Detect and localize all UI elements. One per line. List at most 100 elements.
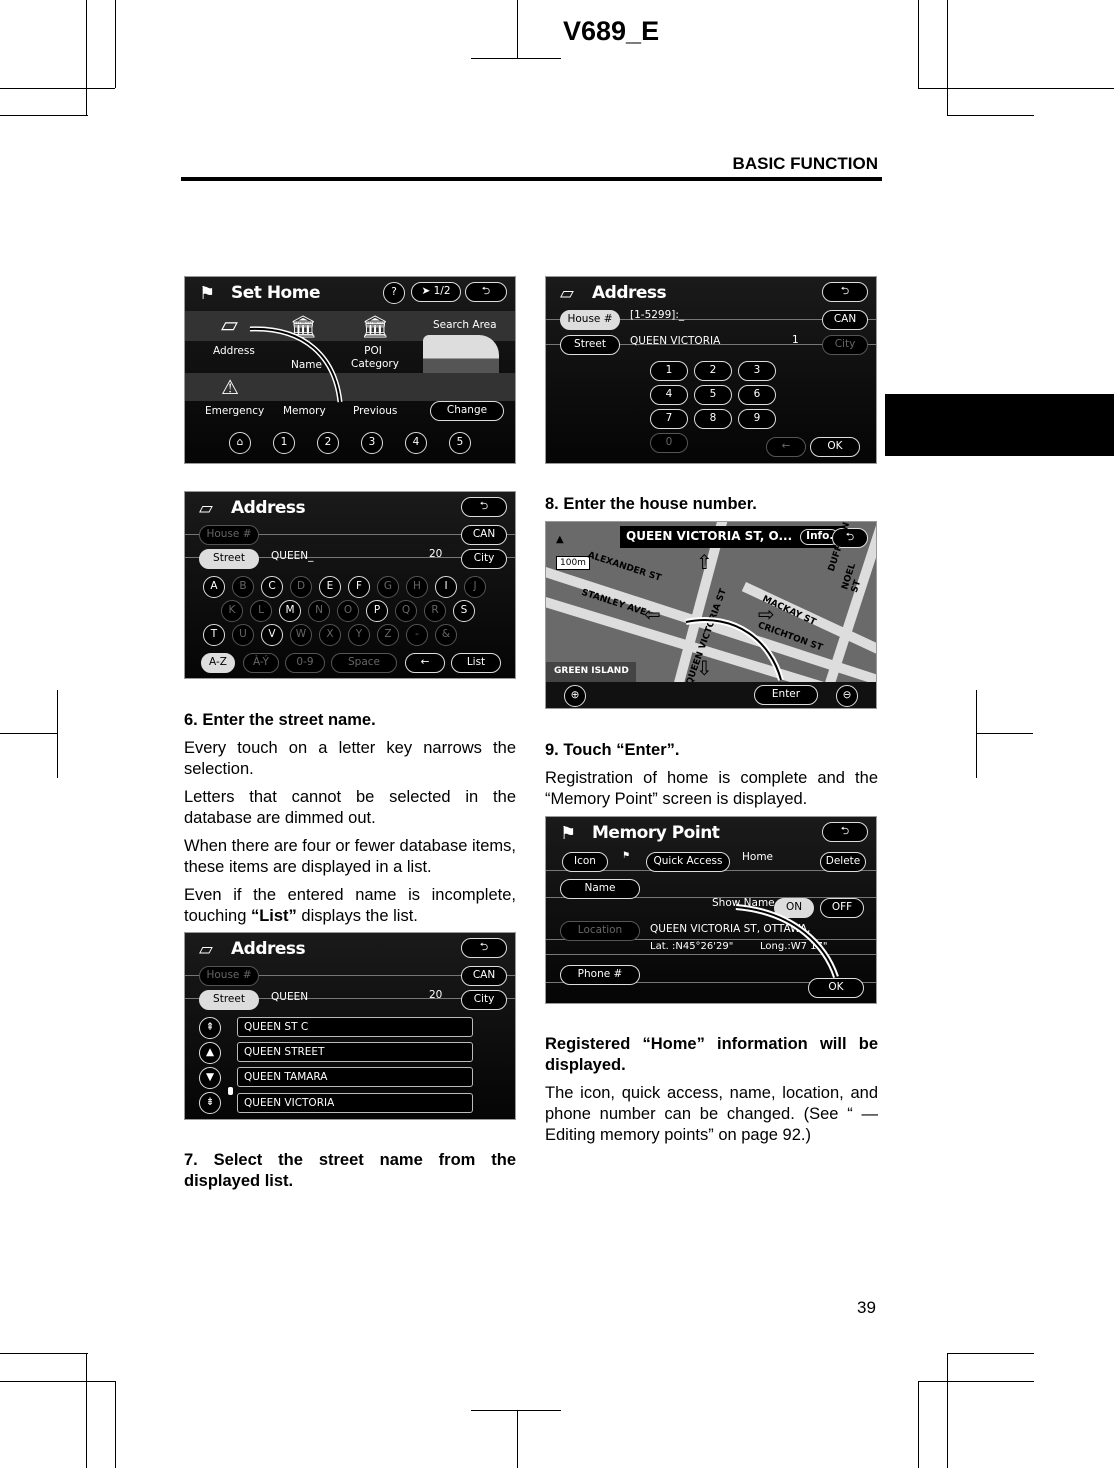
house-number-button[interactable]: House # <box>199 966 259 986</box>
letter-key-B[interactable]: B <box>232 576 254 598</box>
scroll-up-icon[interactable]: ▲ <box>199 1042 221 1064</box>
page-down-icon[interactable]: ⇟ <box>199 1092 221 1114</box>
street-button[interactable]: Street <box>199 549 259 569</box>
cancel-button[interactable]: CAN <box>822 310 868 330</box>
crop-mark <box>947 115 1034 116</box>
number-key-8[interactable]: 8 <box>694 409 732 429</box>
letter-key-F[interactable]: F <box>348 576 370 598</box>
letter-key-I[interactable]: I <box>435 576 457 598</box>
letter-key-Z[interactable]: Z <box>377 624 399 646</box>
preset-button-1[interactable]: 1 <box>273 432 295 454</box>
scrollbar[interactable] <box>228 1087 233 1095</box>
crop-mark <box>0 1381 115 1382</box>
city-button[interactable]: City <box>461 990 507 1010</box>
letter-key-M[interactable]: M <box>279 600 301 622</box>
list-item[interactable]: QUEEN ST C <box>237 1017 473 1037</box>
letter-key-Y[interactable]: Y <box>348 624 370 646</box>
backspace-button[interactable]: ← <box>766 437 806 457</box>
left-column-text: 6. Enter the street name. Every touch on… <box>184 710 516 934</box>
paragraph: Every touch on a letter key narrows the … <box>184 739 516 778</box>
crop-mark <box>517 0 518 58</box>
city-button[interactable]: City <box>461 549 507 569</box>
letter-key-L[interactable]: L <box>250 600 272 622</box>
crop-mark <box>918 1381 919 1468</box>
list-button[interactable]: List <box>451 653 501 673</box>
digits-button[interactable]: 0-9 <box>285 653 325 673</box>
letter-key-H[interactable]: H <box>406 576 428 598</box>
letter-key-&[interactable]: & <box>435 624 457 646</box>
list-item[interactable]: QUEEN TAMARA <box>237 1067 473 1087</box>
letter-key-V[interactable]: V <box>261 624 283 646</box>
text: “List” <box>250 907 297 925</box>
letter-key-W[interactable]: W <box>290 624 312 646</box>
preset-button-3[interactable]: 3 <box>361 432 383 454</box>
letter-key-G[interactable]: G <box>377 576 399 598</box>
letter-key-J[interactable]: J <box>464 576 486 598</box>
preset-button-4[interactable]: 4 <box>405 432 427 454</box>
backspace-button[interactable]: ← <box>405 653 445 673</box>
zoom-out-icon[interactable]: ⊖ <box>836 685 858 707</box>
number-key-5[interactable]: 5 <box>694 385 732 405</box>
number-key-2[interactable]: 2 <box>694 361 732 381</box>
crop-mark <box>0 733 57 734</box>
cancel-button[interactable]: CAN <box>461 525 507 545</box>
preset-button-2[interactable]: 2 <box>317 432 339 454</box>
number-key-4[interactable]: 4 <box>650 385 688 405</box>
cancel-button[interactable]: CAN <box>461 966 507 986</box>
list-item[interactable]: QUEEN VICTORIA <box>237 1093 473 1113</box>
street-button[interactable]: Street <box>560 335 620 355</box>
number-key-3[interactable]: 3 <box>738 361 776 381</box>
city-button[interactable]: City <box>822 335 868 355</box>
ok-button[interactable]: OK <box>810 437 860 457</box>
scroll-down-icon[interactable]: ▼ <box>199 1067 221 1089</box>
letter-key-A[interactable]: A <box>203 576 225 598</box>
number-key-6[interactable]: 6 <box>738 385 776 405</box>
crop-mark <box>115 1381 116 1468</box>
street-button[interactable]: Street <box>199 990 259 1010</box>
enter-button[interactable]: Enter <box>754 685 818 705</box>
letter-key-D[interactable]: D <box>290 576 312 598</box>
preset-button-5[interactable]: 5 <box>449 432 471 454</box>
zoom-in-icon[interactable]: ⊕ <box>564 685 586 707</box>
back-icon[interactable]: ⮌ <box>822 282 868 302</box>
letter-key-R[interactable]: R <box>424 600 446 622</box>
home-icon[interactable]: ⌂ <box>229 432 251 454</box>
number-key-7[interactable]: 7 <box>650 409 688 429</box>
right-column-text: 9. Touch “Enter”. Registration of home i… <box>545 740 878 817</box>
back-icon[interactable]: ⮌ <box>461 938 507 958</box>
match-count: 20 <box>429 548 443 560</box>
letter-key-X[interactable]: X <box>319 624 341 646</box>
az-button[interactable]: A-Z <box>201 653 235 673</box>
letter-key-P[interactable]: P <box>366 600 388 622</box>
letter-key-S[interactable]: S <box>453 600 475 622</box>
address-icon: ▱ <box>199 498 213 519</box>
list-item[interactable]: QUEEN STREET <box>237 1042 473 1062</box>
number-key-0[interactable]: 0 <box>650 433 688 453</box>
house-number-input[interactable]: [1-5299]:_ <box>630 309 684 321</box>
letter-key-E[interactable]: E <box>319 576 341 598</box>
house-number-button[interactable]: House # <box>560 310 620 330</box>
letter-key-U[interactable]: U <box>232 624 254 646</box>
paragraph: The icon, quick access, name, location, … <box>545 1084 878 1144</box>
page-up-icon[interactable]: ⇞ <box>199 1017 221 1039</box>
crop-mark <box>0 88 115 89</box>
letter-key-O[interactable]: O <box>337 600 359 622</box>
number-key-1[interactable]: 1 <box>650 361 688 381</box>
paragraph: Even if the entered name is incomplete, … <box>184 885 516 927</box>
ok-button[interactable]: OK <box>808 978 864 998</box>
letter-key-T[interactable]: T <box>203 624 225 646</box>
number-key-9[interactable]: 9 <box>738 409 776 429</box>
street-input[interactable]: QUEEN_ <box>271 550 313 562</box>
space-button[interactable]: Space <box>331 653 397 673</box>
right-column-text: Registered “Home” information will be di… <box>545 1034 878 1153</box>
letter-key-Q[interactable]: Q <box>395 600 417 622</box>
letter-key-N[interactable]: N <box>308 600 330 622</box>
back-icon[interactable]: ⮌ <box>461 497 507 517</box>
street-input[interactable]: QUEEN <box>271 991 308 1003</box>
accented-button[interactable]: À-Ý <box>243 653 279 673</box>
arrow-annotation <box>735 904 839 978</box>
letter-key--[interactable]: - <box>406 624 428 646</box>
letter-key-C[interactable]: C <box>261 576 283 598</box>
house-number-button[interactable]: House # <box>199 525 259 545</box>
letter-key-K[interactable]: K <box>221 600 243 622</box>
